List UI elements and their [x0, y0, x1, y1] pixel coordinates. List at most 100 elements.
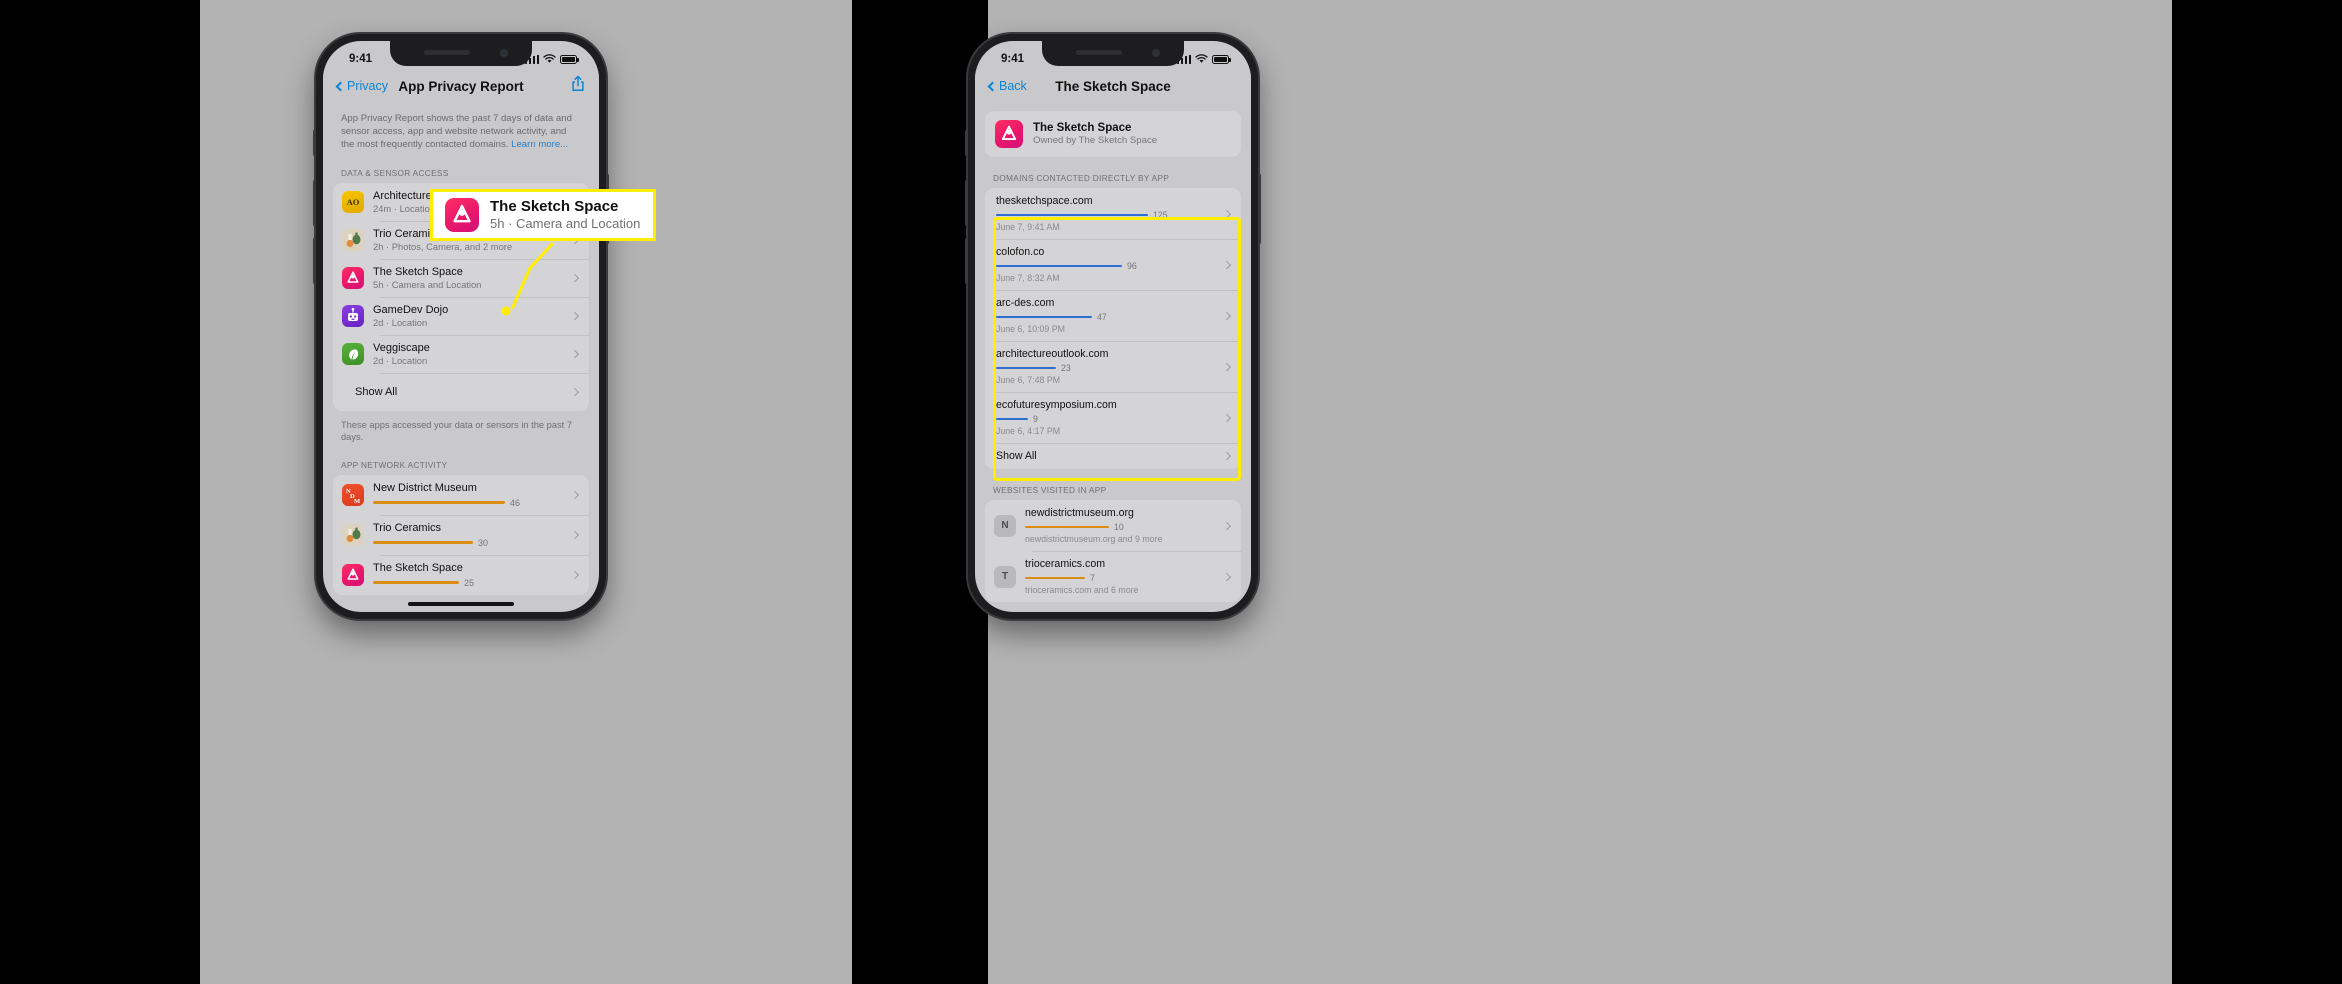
the-sketch-space-icon	[995, 120, 1023, 148]
home-indicator	[408, 602, 514, 606]
list-item[interactable]: The Sketch Space 25	[333, 554, 589, 595]
favicon-letter: T	[1001, 571, 1009, 582]
right-phone-device: 9:41 Back The Sketch Space The Sketch Sp…	[965, 34, 1261, 619]
mute-switch[interactable]	[965, 130, 968, 156]
domain-timestamp: June 6, 4:17 PM	[996, 426, 1061, 436]
left-phone-device: 9:41 Privacy App Privacy Report App Priv…	[313, 34, 609, 619]
chevron-right-icon	[1222, 260, 1231, 269]
right-phone-screen: 9:41 Back The Sketch Space The Sketch Sp…	[975, 41, 1251, 612]
chevron-right-icon	[570, 570, 579, 579]
back-button-privacy[interactable]: Privacy	[335, 79, 388, 93]
volume-up-button[interactable]	[313, 180, 316, 226]
list-item[interactable]: Trio Ceramics 30	[333, 514, 589, 555]
right-nav-bar: Back The Sketch Space	[975, 71, 1251, 101]
callout-title: The Sketch Space	[490, 197, 619, 215]
list-item[interactable]: N newdistrictmuseum.org 10 newdistrictmu…	[985, 500, 1241, 551]
websites-section-header: WEBSITES VISITED IN APP	[993, 485, 1107, 495]
the-sketch-space-icon	[342, 563, 364, 586]
app-access-summary: 2h · Photos, Camera, and 2 more	[373, 240, 513, 252]
app-name: GameDev Dojo	[373, 303, 449, 316]
list-item[interactable]: GameDev Dojo 2d · Location	[333, 296, 589, 335]
website-subtitle: newdistrictmuseum.org and 9 more	[1025, 534, 1163, 544]
the-sketch-space-icon	[342, 266, 364, 289]
list-item[interactable]: NDM New District Museum 46	[333, 475, 589, 515]
chevron-right-icon	[570, 349, 579, 358]
app-name: Veggiscape	[373, 341, 430, 354]
show-all-data-sensor-button[interactable]: Show All	[333, 372, 589, 411]
domain-bar	[996, 213, 1148, 217]
mute-switch[interactable]	[313, 130, 316, 156]
chevron-right-icon	[570, 387, 579, 396]
chevron-right-icon	[1222, 209, 1231, 218]
wifi-icon	[1195, 54, 1208, 63]
app-name: The Sketch Space	[1033, 122, 1132, 134]
app-name: The Sketch Space	[373, 265, 463, 278]
battery-icon	[1212, 54, 1231, 64]
left-nav-bar: Privacy App Privacy Report	[323, 71, 599, 101]
table-row[interactable]: ecofuturesymposium.com 9 June 6, 4:17 PM	[985, 392, 1241, 443]
list-item[interactable]: The Sketch Space 5h · Camera and Locatio…	[333, 258, 589, 297]
website-bar	[1025, 525, 1109, 529]
chevron-right-icon	[1222, 521, 1231, 530]
notch	[1042, 41, 1184, 66]
trio-ceramics-icon	[342, 228, 364, 251]
list-item[interactable]: T trioceramics.com 7 trioceramics.com an…	[985, 551, 1241, 602]
table-row[interactable]: colofon.co 96 June 7, 8:32 AM	[985, 239, 1241, 290]
domains-card: thesketchspace.com 125 June 7, 9:41 AM c…	[985, 188, 1241, 469]
chevron-right-icon	[570, 273, 579, 282]
domain-timestamp: June 6, 10:09 PM	[996, 324, 1065, 334]
front-camera	[500, 49, 508, 57]
volume-up-button[interactable]	[965, 180, 968, 226]
right-dark-band	[2172, 0, 2342, 984]
data-sensor-section-header: DATA & SENSOR ACCESS	[341, 167, 449, 178]
website-favicon: T	[994, 565, 1016, 588]
left-content: App Privacy Report shows the past 7 days…	[323, 101, 599, 595]
domain-count: 9	[1033, 414, 1038, 424]
callout-subtitle: 5h · Camera and Location	[490, 216, 641, 232]
website-name: newdistrictmuseum.org	[1025, 507, 1134, 519]
app-access-summary: 2d · Location	[373, 316, 428, 328]
back-label: Back	[999, 79, 1027, 93]
domain-count: 47	[1097, 312, 1107, 322]
svg-text:M: M	[354, 498, 360, 505]
table-row[interactable]: architectureoutlook.com 23 June 6, 7:48 …	[985, 341, 1241, 392]
network-bar	[373, 541, 473, 544]
website-count: 7	[1090, 573, 1095, 583]
website-subtitle: trioceramics.com and 6 more	[1025, 585, 1139, 595]
volume-down-button[interactable]	[965, 238, 968, 284]
status-time: 9:41	[349, 53, 373, 65]
share-icon	[572, 75, 584, 91]
domain-name: colofon.co	[996, 246, 1045, 258]
power-button[interactable]	[1258, 174, 1261, 244]
learn-more-link[interactable]: Learn more...	[511, 139, 568, 150]
app-name: Trio Ceramics	[373, 521, 442, 534]
privacy-report-description: App Privacy Report shows the past 7 days…	[323, 101, 599, 152]
chevron-right-icon	[570, 530, 579, 539]
domain-bar	[996, 264, 1122, 268]
veggiscape-icon	[342, 342, 364, 365]
domain-timestamp: June 6, 7:48 PM	[996, 375, 1061, 385]
show-all-label: Show All	[996, 450, 1037, 462]
app-access-summary: 2d · Location	[373, 354, 428, 366]
app-summary-card: The Sketch Space Owned by The Sketch Spa…	[985, 111, 1241, 157]
domain-count: 125	[1153, 210, 1168, 220]
show-all-label: Show All	[355, 385, 398, 398]
table-row[interactable]: thesketchspace.com 125 June 7, 9:41 AM	[985, 188, 1241, 239]
app-name: The Sketch Space	[373, 561, 463, 574]
volume-down-button[interactable]	[313, 238, 316, 284]
new-district-museum-icon: NDM	[342, 483, 364, 506]
chevron-right-icon	[1222, 311, 1231, 320]
chevron-right-icon	[1222, 413, 1231, 422]
back-button[interactable]: Back	[987, 79, 1027, 93]
icon-text: AO	[346, 196, 360, 207]
share-button[interactable]	[571, 75, 585, 97]
back-label: Privacy	[347, 79, 388, 93]
right-content: The Sketch Space Owned by The Sketch Spa…	[975, 111, 1251, 602]
show-all-domains-button[interactable]: Show All	[985, 443, 1241, 469]
domain-bar	[996, 417, 1028, 421]
table-row[interactable]: arc-des.com 47 June 6, 10:09 PM	[985, 290, 1241, 341]
domains-section-header: DOMAINS CONTACTED DIRECTLY BY APP	[993, 173, 1170, 183]
battery-icon	[560, 54, 579, 64]
domain-count: 96	[1127, 261, 1137, 271]
list-item[interactable]: Veggiscape 2d · Location	[333, 334, 589, 373]
